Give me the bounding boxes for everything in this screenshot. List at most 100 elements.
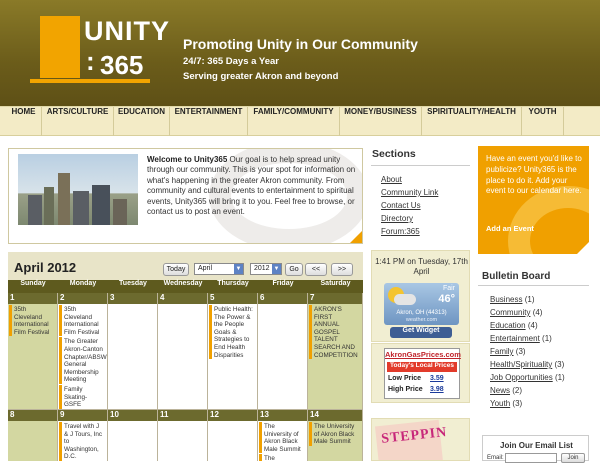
high-price-value[interactable]: 3.98 [430, 386, 444, 393]
bulletin-heading: Bulletin Board [482, 271, 551, 282]
gas-prices-subtitle: Today's Local Prices [387, 362, 457, 372]
nav-home[interactable]: HOME [6, 107, 42, 137]
divider [371, 165, 470, 166]
low-price-value[interactable]: 3.59 [430, 375, 444, 382]
calendar-day-cell[interactable]: 3 [108, 293, 158, 410]
publicize-panel: Have an event you'd like to publicize? U… [478, 146, 589, 254]
section-link-contact-us[interactable]: Contact Us [381, 201, 421, 210]
low-price-label: Low Price [388, 375, 422, 382]
bulletin-category-link[interactable]: News [490, 386, 510, 395]
day-number[interactable]: 14 [308, 410, 362, 421]
weekday-saturday: Saturday [320, 280, 351, 287]
bulletin-category-link[interactable]: Health/Spirituality [490, 360, 552, 369]
calendar-day-cell[interactable]: 4 [158, 293, 208, 410]
day-number[interactable]: 8 [8, 410, 57, 421]
calendar-event-link[interactable]: 35th Cleveland International Film Festiv… [9, 305, 56, 337]
calendar-day-cell[interactable]: 13 The University of Akron Black Male Sum… [258, 410, 308, 461]
day-number[interactable]: 11 [158, 410, 207, 421]
calendar-event-link[interactable]: AKRON'S FIRST ANNUAL GOSPEL TALENT SEARC… [309, 305, 361, 360]
unity365-logo[interactable]: UNITY : 365 [30, 16, 170, 86]
bulletin-category-link[interactable]: Education [490, 321, 526, 330]
ad-text: STEPPIN [380, 424, 448, 447]
day-number[interactable]: 7 [308, 293, 362, 304]
month-select[interactable]: April ▼ [194, 263, 244, 275]
day-number[interactable]: 6 [258, 293, 307, 304]
calendar-event-link[interactable]: The University of Akron Black Male Summi… [309, 422, 361, 446]
welcome-body: Our goal is to help spread unity through… [147, 155, 356, 217]
calendar-day-cell[interactable]: 14 The University of Akron Black Male Sum… [308, 410, 363, 461]
join-button[interactable]: Join [561, 453, 585, 463]
welcome-text: Welcome to Unity365 Our goal is to help … [147, 155, 357, 217]
weekday-thursday: Thursday [217, 280, 249, 287]
nav-family-community[interactable]: FAMILY/COMMUNITY [248, 107, 340, 137]
calendar-event-link[interactable]: The University of Akron Black Male Summi… [259, 422, 306, 454]
bulletin-item: Community (4) [490, 308, 542, 317]
calendar-event-link[interactable]: Public Health: The Power & the People Go… [209, 305, 256, 360]
weekday-wednesday: Wednesday [163, 280, 203, 287]
calendar-day-cell[interactable]: 9 Travel with J & J Tours, Inc to Washing… [58, 410, 108, 461]
nav-education[interactable]: EDUCATION [114, 107, 170, 137]
event-ad-banner[interactable]: STEPPIN [371, 418, 470, 461]
bulletin-board: Bulletin Board Business (1) Community (4)… [478, 264, 589, 424]
add-event-link[interactable]: Add an Event [486, 224, 534, 233]
bulletin-category-link[interactable]: Youth [490, 399, 510, 408]
section-link-forum[interactable]: Forum:365 [381, 227, 420, 236]
weekday-friday: Friday [272, 280, 294, 287]
bulletin-item: Health/Spirituality (3) [490, 360, 564, 369]
calendar-day-cell[interactable]: 5 Public Health: The Power & the People G… [208, 293, 258, 410]
day-number[interactable]: 13 [258, 410, 307, 421]
day-number[interactable]: 5 [208, 293, 257, 304]
year-select-value: 2012 [254, 265, 270, 272]
gas-prices-link[interactable]: AkronGasPrices.com [385, 350, 461, 359]
calendar-event-link[interactable]: The Reception IV Networking Mixer [259, 454, 306, 461]
day-number[interactable]: 1 [8, 293, 57, 304]
day-number[interactable]: 12 [208, 410, 257, 421]
calendar-event-link[interactable]: 35th Cleveland International Film Festiv… [59, 305, 106, 337]
calendar-event-link[interactable]: Family Skating-GSFE Rollercade [59, 384, 106, 409]
weather-time: 1:41 PM on Tuesday, 17th April [375, 257, 468, 276]
go-button[interactable]: Go [285, 263, 303, 276]
next-month-button[interactable]: >> [331, 263, 353, 276]
nav-money-business[interactable]: MONEY/BUSINESS [340, 107, 422, 137]
bulletin-category-link[interactable]: Community [490, 308, 530, 317]
sections-heading: Sections [372, 148, 416, 160]
bulletin-count: (2) [512, 386, 523, 395]
day-number[interactable]: 2 [58, 293, 107, 304]
email-label: Email: [487, 455, 504, 461]
day-number[interactable]: 10 [108, 410, 157, 421]
weather-temperature: 46° [438, 293, 455, 305]
get-widget-button[interactable]: Get Widget [390, 327, 452, 338]
bulletin-category-link[interactable]: Business [490, 295, 522, 304]
day-number[interactable]: 9 [58, 410, 107, 421]
section-link-about[interactable]: About [381, 175, 402, 184]
calendar-day-cell[interactable]: 2 35th Cleveland International Film Festi… [58, 293, 108, 410]
bulletin-category-link[interactable]: Family [490, 347, 514, 356]
bulletin-category-link[interactable]: Job Opportunities [490, 373, 553, 382]
today-button[interactable]: Today [163, 263, 189, 276]
section-link-community-link[interactable]: Community Link [381, 188, 438, 197]
month-select-value: April [198, 265, 213, 272]
calendar-day-cell[interactable]: 8 [8, 410, 58, 461]
nav-spirituality-health[interactable]: SPIRITUALITY/HEALTH [422, 107, 522, 137]
day-number[interactable]: 4 [158, 293, 207, 304]
email-input[interactable] [505, 453, 557, 463]
weather-condition: Fair [442, 285, 455, 292]
calendar-day-cell[interactable]: 1 35th Cleveland International Film Festi… [8, 293, 58, 410]
calendar-day-cell[interactable]: 10 [108, 410, 158, 461]
calendar-day-cell[interactable]: 12 [208, 410, 258, 461]
section-link-directory[interactable]: Directory [381, 214, 413, 223]
bulletin-count: (1) [554, 373, 565, 382]
calendar-day-cell[interactable]: 7 AKRON'S FIRST ANNUAL GOSPEL TALENT SEAR… [308, 293, 363, 410]
year-select[interactable]: 2012 ▼ [250, 263, 282, 275]
nav-entertainment[interactable]: ENTERTAINMENT [170, 107, 248, 137]
nav-youth[interactable]: YOUTH [522, 107, 564, 137]
nav-arts-culture[interactable]: ARTS/CULTURE [42, 107, 114, 137]
sections-panel: Sections About Community Link Contact Us… [371, 148, 470, 241]
bulletin-category-link[interactable]: Entertainment [490, 334, 540, 343]
day-number[interactable]: 3 [108, 293, 157, 304]
calendar-event-link[interactable]: The Greater Akron-Canton Chapter/ABSW-Ge… [59, 337, 107, 384]
calendar-day-cell[interactable]: 11 [158, 410, 208, 461]
calendar-day-cell[interactable]: 6 [258, 293, 308, 410]
calendar-event-link[interactable]: Travel with J & J Tours, Inc to Washingt… [59, 422, 106, 461]
prev-month-button[interactable]: << [305, 263, 327, 276]
